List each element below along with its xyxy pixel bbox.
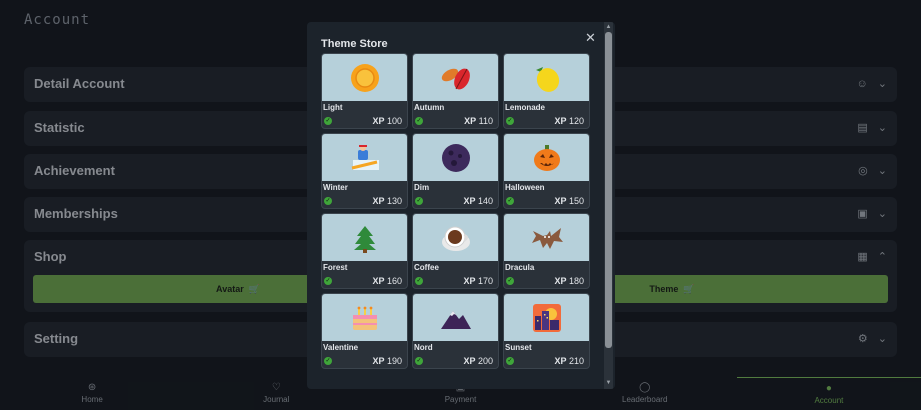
theme-price: XP 140 (463, 196, 493, 206)
theme-price: XP 110 (464, 116, 493, 126)
owned-check-icon: ✓ (506, 357, 514, 365)
theme-card-dracula[interactable]: Dracula ✓ XP 180 (503, 213, 590, 289)
theme-name: Nord (414, 343, 433, 352)
theme-name: Valentine (323, 343, 359, 352)
scroll-up-icon[interactable]: ▲ (605, 24, 612, 31)
owned-check-icon: ✓ (324, 357, 332, 365)
theme-name: Light (323, 103, 343, 112)
owned-check-icon: ✓ (415, 117, 423, 125)
mountain-icon (413, 294, 498, 341)
theme-card-winter[interactable]: Winter ✓ XP 130 (321, 133, 408, 209)
theme-card-lemonade[interactable]: Lemonade ✓ XP 120 (503, 53, 590, 129)
theme-card-dim[interactable]: Dim ✓ XP 140 (412, 133, 499, 209)
owned-check-icon: ✓ (415, 357, 423, 365)
tree-icon (322, 214, 407, 261)
theme-card-coffee[interactable]: Coffee ✓ XP 170 (412, 213, 499, 289)
moon-icon (413, 134, 498, 181)
theme-price: XP 100 (372, 116, 402, 126)
theme-price: XP 160 (372, 276, 402, 286)
theme-price: XP 170 (463, 276, 493, 286)
theme-price: XP 150 (554, 196, 584, 206)
theme-price: XP 120 (554, 116, 584, 126)
theme-card-halloween[interactable]: Halloween ✓ XP 150 (503, 133, 590, 209)
theme-name: Winter (323, 183, 348, 192)
theme-price: XP 190 (372, 356, 402, 366)
owned-check-icon: ✓ (506, 277, 514, 285)
theme-name: Sunset (505, 343, 532, 352)
leaves-icon (413, 54, 498, 101)
theme-name: Dim (414, 183, 430, 192)
modal-scrollbar[interactable]: ▲ ▼ (604, 22, 613, 389)
theme-price: XP 180 (554, 276, 584, 286)
scroll-down-icon[interactable]: ▼ (605, 380, 612, 387)
city-sunset-icon (504, 294, 589, 341)
theme-price: XP 210 (554, 356, 584, 366)
cake-icon (322, 294, 407, 341)
theme-price: XP 130 (372, 196, 402, 206)
coffee-icon (413, 214, 498, 261)
theme-grid: Light ✓ XP 100 Autumn ✓ XP 110 Lemonade … (321, 53, 590, 369)
theme-name: Autumn (414, 103, 445, 112)
theme-name: Halloween (505, 183, 545, 192)
theme-card-valentine[interactable]: Valentine ✓ XP 190 (321, 293, 408, 369)
lemon-icon (504, 54, 589, 101)
pumpkin-icon (504, 134, 589, 181)
owned-check-icon: ✓ (506, 117, 514, 125)
owned-check-icon: ✓ (324, 117, 332, 125)
owned-check-icon: ✓ (506, 197, 514, 205)
bat-icon (504, 214, 589, 261)
theme-name: Forest (323, 263, 348, 272)
close-icon[interactable]: ✕ (585, 30, 596, 46)
owned-check-icon: ✓ (415, 197, 423, 205)
theme-card-light[interactable]: Light ✓ XP 100 (321, 53, 408, 129)
theme-price: XP 200 (463, 356, 493, 366)
theme-card-sunset[interactable]: Sunset ✓ XP 210 (503, 293, 590, 369)
snowboarder-icon (322, 134, 407, 181)
owned-check-icon: ✓ (324, 277, 332, 285)
scrollbar-thumb[interactable] (605, 32, 612, 348)
theme-card-autumn[interactable]: Autumn ✓ XP 110 (412, 53, 499, 129)
theme-card-forest[interactable]: Forest ✓ XP 160 (321, 213, 408, 289)
theme-card-nord[interactable]: Nord ✓ XP 200 (412, 293, 499, 369)
sun-icon (322, 54, 407, 101)
theme-name: Dracula (505, 263, 535, 272)
modal-title: Theme Store (321, 38, 388, 50)
owned-check-icon: ✓ (415, 277, 423, 285)
theme-name: Lemonade (505, 103, 546, 112)
theme-store-modal: Theme Store ✕ ▲ ▼ Light ✓ XP 100 Autumn … (307, 22, 615, 389)
theme-name: Coffee (414, 263, 439, 272)
owned-check-icon: ✓ (324, 197, 332, 205)
